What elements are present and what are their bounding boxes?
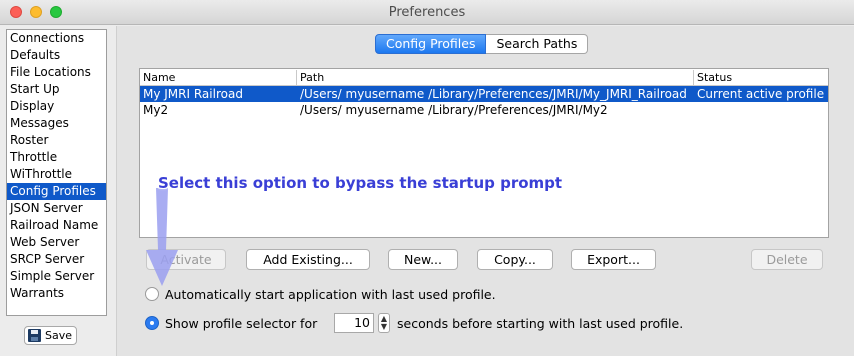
sidebar-item-web-server[interactable]: Web Server: [7, 234, 106, 251]
sidebar-item-simple-server[interactable]: Simple Server: [7, 268, 106, 285]
column-header-path[interactable]: Path: [297, 70, 694, 85]
sidebar-item-warrants[interactable]: Warrants: [7, 285, 106, 302]
table-header: Name Path Status: [140, 69, 828, 86]
show-selector-option[interactable]: Show profile selector for: [145, 314, 317, 332]
tab-config-profiles[interactable]: Config Profiles: [375, 34, 487, 54]
sidebar-item-withrottle[interactable]: WiThrottle: [7, 166, 106, 183]
sidebar-item-defaults[interactable]: Defaults: [7, 47, 106, 64]
tab-bar: Config Profiles Search Paths: [375, 34, 589, 54]
sidebar-item-start-up[interactable]: Start Up: [7, 81, 106, 98]
sidebar-item-messages[interactable]: Messages: [7, 115, 106, 132]
auto-start-option[interactable]: Automatically start application with las…: [145, 285, 496, 303]
delete-button[interactable]: Delete: [751, 249, 823, 270]
seconds-stepper[interactable]: ▲ ▼: [378, 313, 390, 333]
preferences-category-list[interactable]: Connections Defaults File Locations Star…: [6, 29, 107, 316]
save-button-label: Save: [45, 329, 73, 342]
copy-button[interactable]: Copy...: [477, 249, 553, 270]
seconds-input[interactable]: 10: [334, 313, 374, 333]
sidebar-item-json-server[interactable]: JSON Server: [7, 200, 106, 217]
seconds-suffix-label: seconds before starting with last used p…: [397, 315, 684, 331]
sidebar-item-display[interactable]: Display: [7, 98, 106, 115]
new-button[interactable]: New...: [388, 249, 458, 270]
title-bar: Preferences: [0, 0, 854, 25]
profile-name-cell: My2: [143, 103, 169, 117]
floppy-disk-icon: [28, 329, 41, 342]
column-header-status[interactable]: Status: [694, 70, 828, 85]
sidebar-item-throttle[interactable]: Throttle: [7, 149, 106, 166]
stepper-down-icon[interactable]: ▼: [379, 323, 389, 331]
sidebar-item-roster[interactable]: Roster: [7, 132, 106, 149]
profile-path-cell: /Users/ myusername /Library/Preferences/…: [300, 87, 687, 101]
profile-name-cell: My JMRI Railroad: [143, 87, 243, 101]
auto-start-label: Automatically start application with las…: [165, 286, 496, 302]
profile-status-cell: Current active profile: [697, 87, 825, 101]
table-row[interactable]: My JMRI Railroad /Users/ myusername /Lib…: [140, 86, 828, 102]
column-header-name[interactable]: Name: [140, 70, 297, 85]
sidebar-item-file-locations[interactable]: File Locations: [7, 64, 106, 81]
sidebar-item-config-profiles[interactable]: Config Profiles: [7, 183, 106, 200]
profile-path-cell: /Users/ myusername /Library/Preferences/…: [300, 103, 608, 117]
annotation-arrow-icon: [146, 188, 178, 286]
tab-search-paths[interactable]: Search Paths: [486, 34, 589, 54]
show-selector-radio[interactable]: [145, 316, 159, 330]
save-button[interactable]: Save: [24, 326, 77, 345]
window-title: Preferences: [388, 5, 466, 20]
show-selector-label: Show profile selector for: [165, 315, 318, 331]
export-button[interactable]: Export...: [571, 249, 656, 270]
table-row[interactable]: My2 /Users/ myusername /Library/Preferen…: [140, 102, 828, 118]
sidebar-item-connections[interactable]: Connections: [7, 30, 106, 47]
seconds-suffix-text: seconds before starting with last used p…: [397, 314, 683, 332]
annotation-callout: Select this option to bypass the startup…: [158, 174, 563, 192]
profiles-table[interactable]: Name Path Status My JMRI Railroad /Users…: [139, 68, 829, 238]
sidebar-item-srcp-server[interactable]: SRCP Server: [7, 251, 106, 268]
preferences-window: Preferences Connections Defaults File Lo…: [0, 0, 854, 356]
add-existing-button[interactable]: Add Existing...: [246, 249, 370, 270]
auto-start-radio[interactable]: [145, 287, 159, 301]
sidebar-item-railroad-name[interactable]: Railroad Name: [7, 217, 106, 234]
